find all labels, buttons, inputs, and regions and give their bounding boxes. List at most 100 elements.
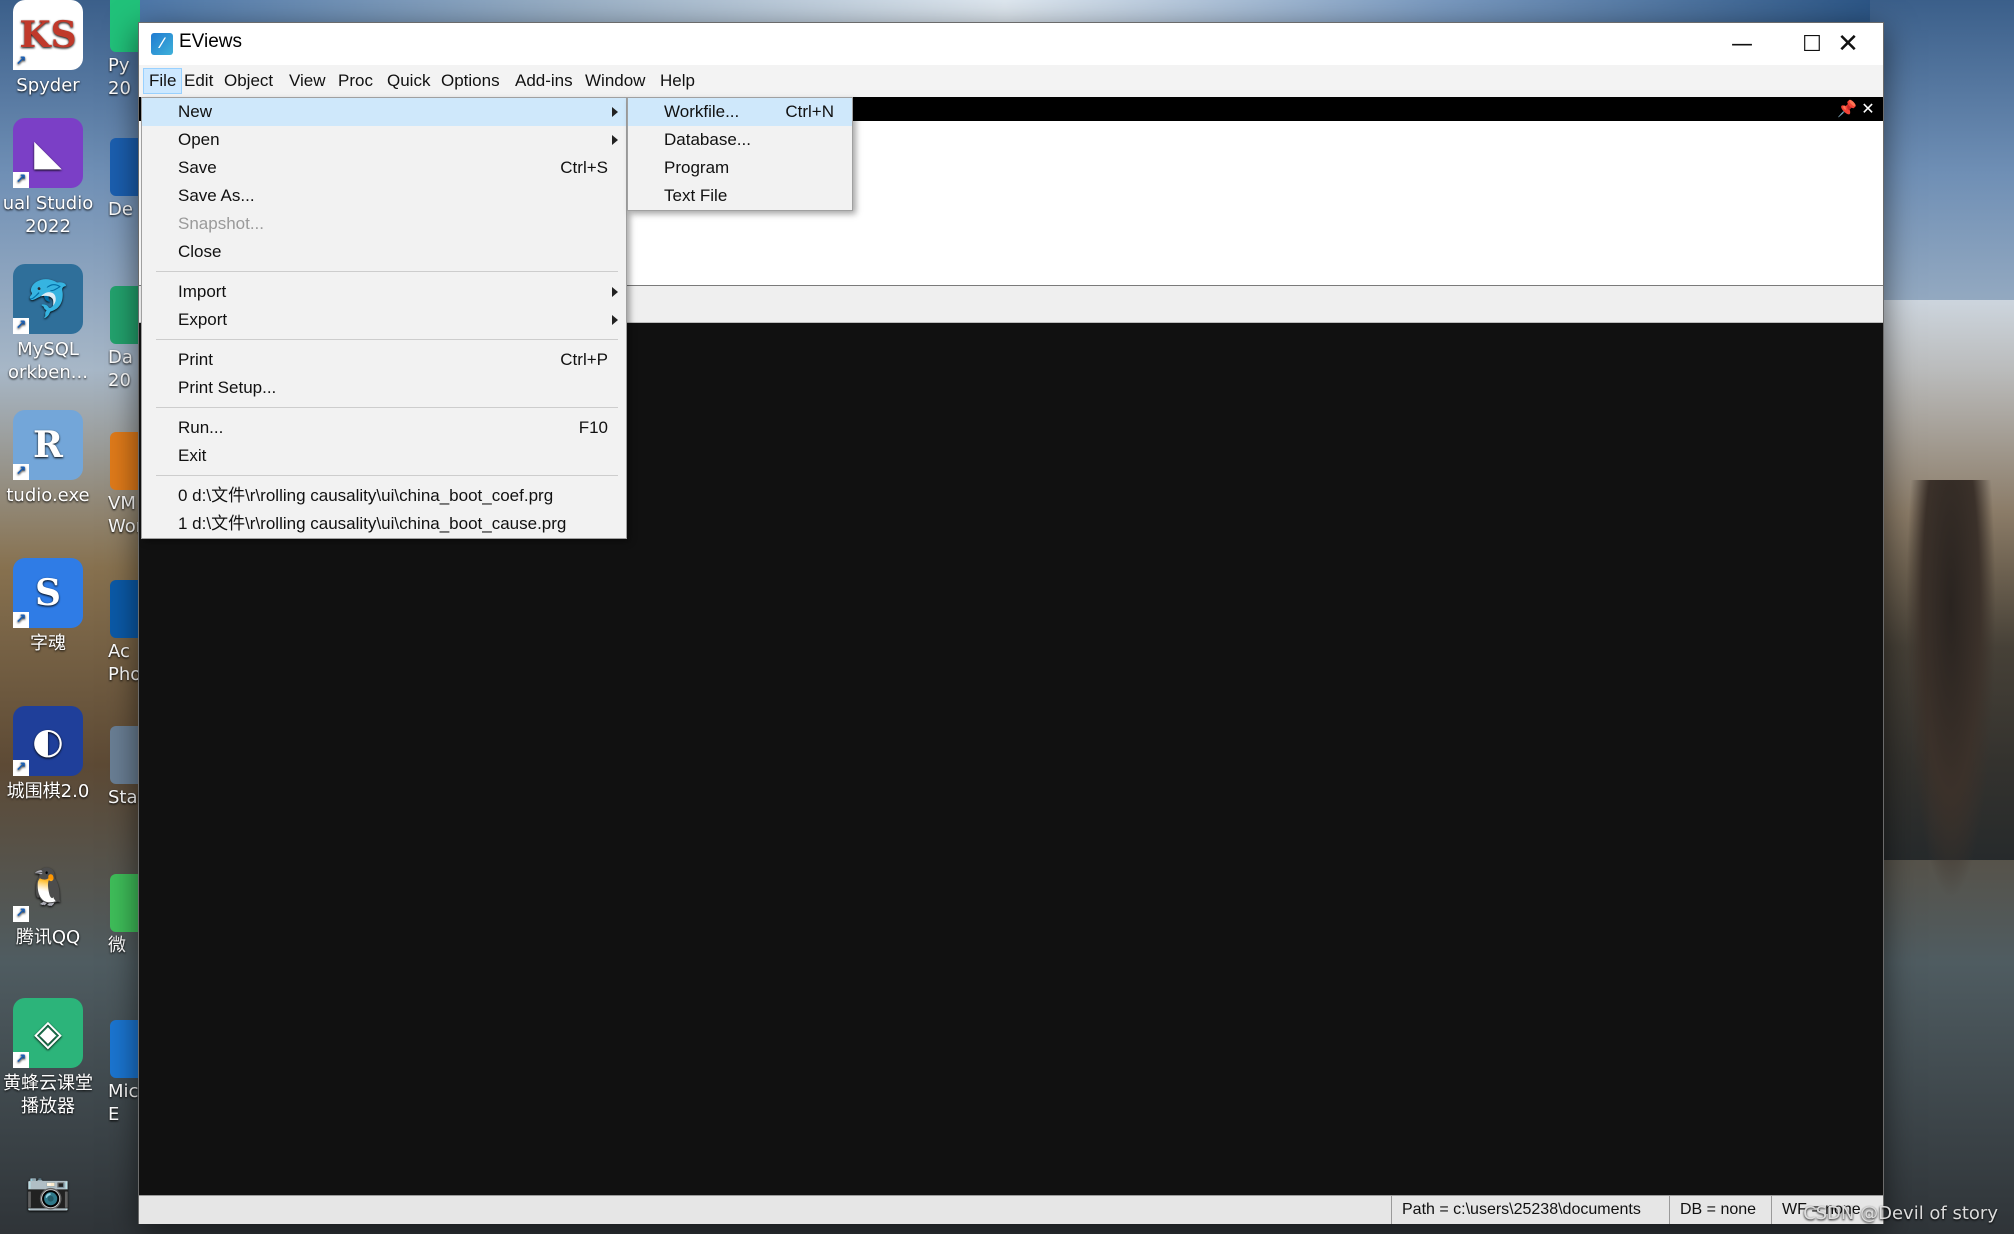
desktop-shortcut-partial-label: Da 20	[108, 347, 133, 391]
shortcut-arrow-icon: ↗	[13, 54, 29, 70]
file-menu-save-as-label: Save As...	[178, 186, 255, 205]
camera-icon: 📷	[25, 1169, 71, 1212]
desktop-shortcut[interactable]: ◣ ↗ ual Studio 2022	[0, 118, 96, 238]
file-menu-recent-1[interactable]: 1 d:\文件\r\rolling causality\ui\china_boo…	[142, 510, 626, 538]
file-menu-recent-1-label: 1 d:\文件\r\rolling causality\ui\china_boo…	[178, 514, 567, 533]
shortcut-arrow-icon: ↗	[13, 172, 29, 188]
desktop-shortcut-label: 城围棋2.0	[6, 781, 90, 802]
command-close-icon[interactable]: ✕	[1857, 98, 1879, 120]
desktop-shortcut-partial-icon[interactable]	[110, 286, 140, 344]
menu-quick[interactable]: Quick	[382, 69, 435, 93]
desktop-shortcut[interactable]: ◐ ↗ 城围棋2.0	[0, 706, 96, 803]
file-menu-close-label: Close	[178, 242, 222, 261]
file-menu-new[interactable]: New	[142, 98, 626, 126]
desktop-shortcut-label: tudio.exe	[6, 485, 90, 506]
menu-view[interactable]: View	[284, 69, 331, 93]
desktop-shortcut-partial-icon[interactable]	[110, 432, 140, 490]
file-menu-run-label: Run...	[178, 418, 224, 437]
desktop-shortcut-partial-icon[interactable]	[110, 726, 140, 784]
new-menu-program[interactable]: Program	[628, 154, 852, 182]
file-menu-exit[interactable]: Exit	[142, 442, 626, 470]
desktop-shortcut-partial-icon[interactable]	[110, 874, 140, 932]
desktop-shortcut[interactable]: ◈ ↗ 黄蜂云课堂 播放器	[0, 998, 96, 1118]
desktop-shortcut-label: ual Studio 2022	[2, 193, 94, 237]
eviews-app-icon: ⁄	[151, 33, 173, 55]
submenu-arrow-icon	[612, 287, 618, 297]
file-menu-snapshot: Snapshot...	[142, 210, 626, 238]
desktop-shortcut[interactable]: 🐬 ↗ MySQL orkben...	[0, 264, 96, 384]
visual-studio-icon: ◣ ↗	[13, 118, 83, 188]
file-menu-close[interactable]: Close	[142, 238, 626, 266]
file-menu-recent-0[interactable]: 0 d:\文件\r\rolling causality\ui\china_boo…	[142, 482, 626, 510]
status-path: Path = c:\users\25238\documents	[1391, 1196, 1651, 1224]
menu-separator	[156, 339, 618, 340]
menu-options[interactable]: Options	[436, 69, 505, 93]
file-menu-run[interactable]: Run... F10	[142, 414, 626, 442]
file-menu-save-shortcut: Ctrl+S	[560, 158, 608, 177]
shortcut-arrow-icon: ↗	[13, 464, 29, 480]
close-button[interactable]: ✕	[1813, 23, 1883, 65]
file-menu-print-shortcut: Ctrl+P	[560, 350, 608, 369]
weiqi-icon: ◐ ↗	[13, 706, 83, 776]
new-menu-workfile-label: Workfile...	[664, 102, 740, 121]
menu-window[interactable]: Window	[580, 69, 650, 93]
file-menu-print[interactable]: Print Ctrl+P	[142, 346, 626, 374]
submenu-arrow-icon	[612, 135, 618, 145]
file-menu-snapshot-label: Snapshot...	[178, 214, 265, 233]
title-bar[interactable]: ⁄ EViews — ☐ ✕	[139, 23, 1883, 65]
file-menu-exit-label: Exit	[178, 446, 207, 465]
menu-separator	[156, 407, 618, 408]
file-menu-open-label: Open	[178, 130, 220, 149]
menu-edit[interactable]: Edit	[179, 69, 218, 93]
new-menu-database-label: Database...	[664, 130, 751, 149]
desktop-shortcut[interactable]: S ↗ 字魂	[0, 558, 96, 655]
menu-object[interactable]: Object	[219, 69, 278, 93]
menu-file[interactable]: File	[143, 68, 183, 94]
new-menu-text-file-label: Text File	[664, 186, 728, 205]
desktop-shortcut-partial-label: Ac Pho	[108, 641, 138, 685]
pin-icon[interactable]: 📌	[1836, 98, 1858, 120]
desktop-shortcut-partial-icon[interactable]	[110, 0, 140, 52]
desktop-shortcut[interactable]: 📷	[0, 1156, 96, 1230]
spyder-icon: KS ↗	[13, 0, 83, 70]
desktop-shortcut-label: MySQL orkben...	[8, 339, 88, 383]
new-menu-text-file[interactable]: Text File	[628, 182, 852, 210]
menu-help[interactable]: Help	[655, 69, 700, 93]
file-menu-export-label: Export	[178, 310, 228, 329]
desktop-shortcut[interactable]: R ↗ tudio.exe	[0, 410, 96, 507]
desktop-wallpaper-tree	[1906, 480, 1996, 900]
wasp-cloud-player-icon: ◈ ↗	[13, 998, 83, 1068]
mysql-workbench-icon: 🐬 ↗	[13, 264, 83, 334]
desktop-shortcut-label: Spyder	[16, 75, 80, 96]
desktop-shortcut[interactable]: 🐧 ↗ 腾讯QQ	[0, 852, 96, 949]
menu-bar: File Edit Object View Proc Quick Options…	[139, 65, 1883, 98]
file-menu-recent-0-label: 0 d:\文件\r\rolling causality\ui\china_boo…	[178, 486, 554, 505]
new-menu-workfile[interactable]: Workfile... Ctrl+N	[628, 98, 852, 126]
file-menu-open[interactable]: Open	[142, 126, 626, 154]
file-menu-export[interactable]: Export	[142, 306, 626, 334]
minimize-button[interactable]: —	[1707, 23, 1777, 65]
shortcut-arrow-icon: ↗	[13, 906, 29, 922]
status-db: DB = none	[1669, 1196, 1766, 1224]
file-menu-save-as[interactable]: Save As...	[142, 182, 626, 210]
zihun-icon: S ↗	[13, 558, 83, 628]
desktop-shortcut-partial-label: VM Wor	[108, 493, 138, 537]
file-menu-import[interactable]: Import	[142, 278, 626, 306]
desktop-shortcut-partial-icon[interactable]	[110, 1020, 140, 1078]
desktop-shortcut-partial-icon[interactable]	[110, 138, 140, 196]
desktop-wallpaper-sky	[140, 0, 1870, 24]
file-menu-save[interactable]: Save Ctrl+S	[142, 154, 626, 182]
desktop-shortcut-label: 字魂	[30, 633, 66, 654]
shortcut-arrow-icon: ↗	[13, 760, 29, 776]
file-menu-new-label: New	[178, 102, 213, 121]
qq-penguin-icon: 🐧 ↗	[13, 852, 83, 922]
window-title: EViews	[179, 31, 243, 52]
file-menu-run-shortcut: F10	[578, 418, 608, 437]
submenu-arrow-icon	[612, 107, 618, 117]
menu-proc[interactable]: Proc	[333, 69, 378, 93]
desktop-shortcut-partial-icon[interactable]	[110, 580, 140, 638]
file-menu-print-setup[interactable]: Print Setup...	[142, 374, 626, 402]
menu-add-ins[interactable]: Add-ins	[510, 69, 578, 93]
new-menu-database[interactable]: Database...	[628, 126, 852, 154]
desktop-shortcut[interactable]: KS ↗ Spyder	[0, 0, 96, 97]
